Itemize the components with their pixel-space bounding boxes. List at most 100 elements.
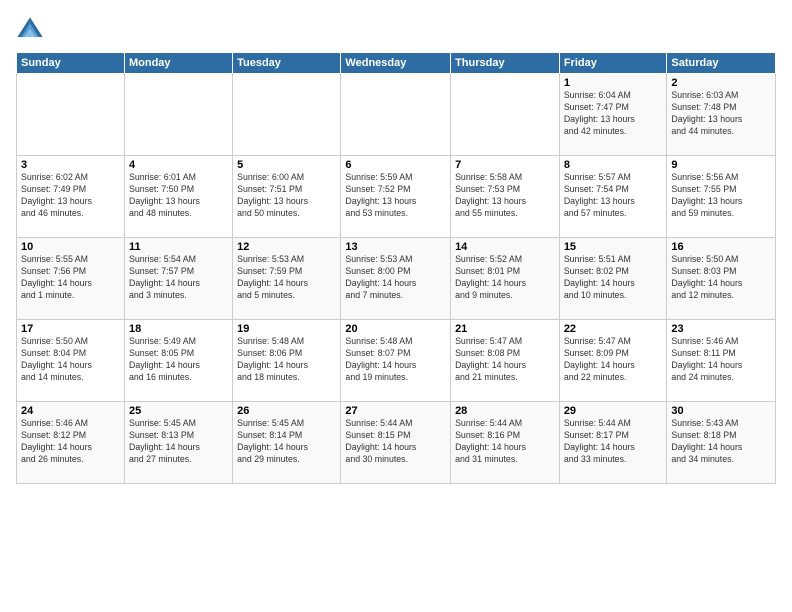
day-number: 5 xyxy=(237,159,336,171)
day-number: 26 xyxy=(237,405,336,417)
day-number: 13 xyxy=(345,241,446,253)
header xyxy=(16,12,776,44)
day-info: Sunrise: 5:46 AM Sunset: 8:12 PM Dayligh… xyxy=(21,418,120,466)
day-info: Sunrise: 6:03 AM Sunset: 7:48 PM Dayligh… xyxy=(671,90,771,138)
logo xyxy=(16,16,48,44)
day-info: Sunrise: 5:54 AM Sunset: 7:57 PM Dayligh… xyxy=(129,254,228,302)
day-info: Sunrise: 5:50 AM Sunset: 8:03 PM Dayligh… xyxy=(671,254,771,302)
day-number: 18 xyxy=(129,323,228,335)
calendar-cell: 10Sunrise: 5:55 AM Sunset: 7:56 PM Dayli… xyxy=(17,238,125,320)
day-number: 20 xyxy=(345,323,446,335)
day-number: 8 xyxy=(564,159,663,171)
calendar-cell: 23Sunrise: 5:46 AM Sunset: 8:11 PM Dayli… xyxy=(667,320,776,402)
day-of-week-header: Sunday xyxy=(17,53,125,74)
day-number: 23 xyxy=(671,323,771,335)
day-info: Sunrise: 5:45 AM Sunset: 8:14 PM Dayligh… xyxy=(237,418,336,466)
day-info: Sunrise: 5:58 AM Sunset: 7:53 PM Dayligh… xyxy=(455,172,555,220)
calendar-cell: 15Sunrise: 5:51 AM Sunset: 8:02 PM Dayli… xyxy=(559,238,667,320)
day-info: Sunrise: 5:52 AM Sunset: 8:01 PM Dayligh… xyxy=(455,254,555,302)
day-number: 2 xyxy=(671,77,771,89)
day-of-week-header: Monday xyxy=(124,53,232,74)
day-of-week-header: Saturday xyxy=(667,53,776,74)
day-info: Sunrise: 5:44 AM Sunset: 8:15 PM Dayligh… xyxy=(345,418,446,466)
calendar-cell: 22Sunrise: 5:47 AM Sunset: 8:09 PM Dayli… xyxy=(559,320,667,402)
day-number: 3 xyxy=(21,159,120,171)
day-info: Sunrise: 5:59 AM Sunset: 7:52 PM Dayligh… xyxy=(345,172,446,220)
calendar-cell xyxy=(17,74,125,156)
day-number: 27 xyxy=(345,405,446,417)
calendar: SundayMondayTuesdayWednesdayThursdayFrid… xyxy=(16,52,776,484)
day-info: Sunrise: 5:48 AM Sunset: 8:06 PM Dayligh… xyxy=(237,336,336,384)
calendar-cell: 16Sunrise: 5:50 AM Sunset: 8:03 PM Dayli… xyxy=(667,238,776,320)
logo-icon xyxy=(16,16,44,44)
day-info: Sunrise: 5:43 AM Sunset: 8:18 PM Dayligh… xyxy=(671,418,771,466)
day-number: 15 xyxy=(564,241,663,253)
calendar-cell: 27Sunrise: 5:44 AM Sunset: 8:15 PM Dayli… xyxy=(341,402,451,484)
day-info: Sunrise: 5:49 AM Sunset: 8:05 PM Dayligh… xyxy=(129,336,228,384)
day-number: 22 xyxy=(564,323,663,335)
day-info: Sunrise: 5:53 AM Sunset: 7:59 PM Dayligh… xyxy=(237,254,336,302)
calendar-cell: 4Sunrise: 6:01 AM Sunset: 7:50 PM Daylig… xyxy=(124,156,232,238)
calendar-cell: 14Sunrise: 5:52 AM Sunset: 8:01 PM Dayli… xyxy=(451,238,560,320)
calendar-cell xyxy=(451,74,560,156)
calendar-cell: 28Sunrise: 5:44 AM Sunset: 8:16 PM Dayli… xyxy=(451,402,560,484)
day-number: 12 xyxy=(237,241,336,253)
calendar-week-row: 24Sunrise: 5:46 AM Sunset: 8:12 PM Dayli… xyxy=(17,402,776,484)
calendar-cell: 30Sunrise: 5:43 AM Sunset: 8:18 PM Dayli… xyxy=(667,402,776,484)
calendar-cell: 5Sunrise: 6:00 AM Sunset: 7:51 PM Daylig… xyxy=(233,156,341,238)
calendar-cell: 19Sunrise: 5:48 AM Sunset: 8:06 PM Dayli… xyxy=(233,320,341,402)
calendar-cell: 1Sunrise: 6:04 AM Sunset: 7:47 PM Daylig… xyxy=(559,74,667,156)
calendar-cell: 7Sunrise: 5:58 AM Sunset: 7:53 PM Daylig… xyxy=(451,156,560,238)
calendar-cell: 17Sunrise: 5:50 AM Sunset: 8:04 PM Dayli… xyxy=(17,320,125,402)
day-info: Sunrise: 6:02 AM Sunset: 7:49 PM Dayligh… xyxy=(21,172,120,220)
day-info: Sunrise: 6:04 AM Sunset: 7:47 PM Dayligh… xyxy=(564,90,663,138)
day-of-week-header: Friday xyxy=(559,53,667,74)
day-number: 9 xyxy=(671,159,771,171)
day-info: Sunrise: 5:44 AM Sunset: 8:17 PM Dayligh… xyxy=(564,418,663,466)
day-number: 10 xyxy=(21,241,120,253)
day-info: Sunrise: 5:44 AM Sunset: 8:16 PM Dayligh… xyxy=(455,418,555,466)
day-number: 1 xyxy=(564,77,663,89)
calendar-cell: 21Sunrise: 5:47 AM Sunset: 8:08 PM Dayli… xyxy=(451,320,560,402)
calendar-cell xyxy=(233,74,341,156)
calendar-cell: 11Sunrise: 5:54 AM Sunset: 7:57 PM Dayli… xyxy=(124,238,232,320)
day-number: 24 xyxy=(21,405,120,417)
calendar-cell: 18Sunrise: 5:49 AM Sunset: 8:05 PM Dayli… xyxy=(124,320,232,402)
calendar-week-row: 17Sunrise: 5:50 AM Sunset: 8:04 PM Dayli… xyxy=(17,320,776,402)
day-info: Sunrise: 5:55 AM Sunset: 7:56 PM Dayligh… xyxy=(21,254,120,302)
calendar-cell xyxy=(341,74,451,156)
calendar-cell: 12Sunrise: 5:53 AM Sunset: 7:59 PM Dayli… xyxy=(233,238,341,320)
calendar-cell: 9Sunrise: 5:56 AM Sunset: 7:55 PM Daylig… xyxy=(667,156,776,238)
day-info: Sunrise: 5:53 AM Sunset: 8:00 PM Dayligh… xyxy=(345,254,446,302)
calendar-week-row: 3Sunrise: 6:02 AM Sunset: 7:49 PM Daylig… xyxy=(17,156,776,238)
day-info: Sunrise: 5:56 AM Sunset: 7:55 PM Dayligh… xyxy=(671,172,771,220)
day-number: 4 xyxy=(129,159,228,171)
calendar-cell: 29Sunrise: 5:44 AM Sunset: 8:17 PM Dayli… xyxy=(559,402,667,484)
day-of-week-header: Thursday xyxy=(451,53,560,74)
day-number: 17 xyxy=(21,323,120,335)
day-number: 30 xyxy=(671,405,771,417)
day-number: 21 xyxy=(455,323,555,335)
day-info: Sunrise: 5:45 AM Sunset: 8:13 PM Dayligh… xyxy=(129,418,228,466)
calendar-cell: 25Sunrise: 5:45 AM Sunset: 8:13 PM Dayli… xyxy=(124,402,232,484)
calendar-cell: 24Sunrise: 5:46 AM Sunset: 8:12 PM Dayli… xyxy=(17,402,125,484)
calendar-cell: 2Sunrise: 6:03 AM Sunset: 7:48 PM Daylig… xyxy=(667,74,776,156)
day-info: Sunrise: 5:47 AM Sunset: 8:09 PM Dayligh… xyxy=(564,336,663,384)
calendar-cell: 6Sunrise: 5:59 AM Sunset: 7:52 PM Daylig… xyxy=(341,156,451,238)
day-number: 11 xyxy=(129,241,228,253)
day-info: Sunrise: 5:51 AM Sunset: 8:02 PM Dayligh… xyxy=(564,254,663,302)
day-of-week-header: Wednesday xyxy=(341,53,451,74)
day-of-week-header: Tuesday xyxy=(233,53,341,74)
day-number: 6 xyxy=(345,159,446,171)
day-number: 28 xyxy=(455,405,555,417)
calendar-week-row: 1Sunrise: 6:04 AM Sunset: 7:47 PM Daylig… xyxy=(17,74,776,156)
calendar-cell: 13Sunrise: 5:53 AM Sunset: 8:00 PM Dayli… xyxy=(341,238,451,320)
calendar-header-row: SundayMondayTuesdayWednesdayThursdayFrid… xyxy=(17,53,776,74)
day-info: Sunrise: 5:57 AM Sunset: 7:54 PM Dayligh… xyxy=(564,172,663,220)
day-number: 14 xyxy=(455,241,555,253)
day-info: Sunrise: 5:48 AM Sunset: 8:07 PM Dayligh… xyxy=(345,336,446,384)
calendar-cell: 3Sunrise: 6:02 AM Sunset: 7:49 PM Daylig… xyxy=(17,156,125,238)
calendar-cell: 26Sunrise: 5:45 AM Sunset: 8:14 PM Dayli… xyxy=(233,402,341,484)
day-info: Sunrise: 5:47 AM Sunset: 8:08 PM Dayligh… xyxy=(455,336,555,384)
day-number: 7 xyxy=(455,159,555,171)
